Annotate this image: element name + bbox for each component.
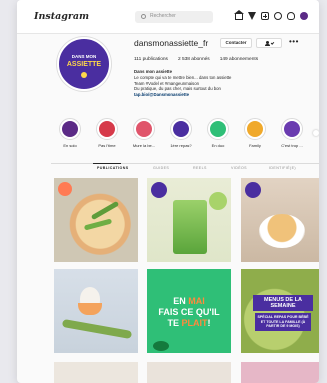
profile-bio: Dans mon assiette Le compte qui va te me… [134,69,304,98]
home-icon[interactable] [234,10,244,20]
following-button[interactable] [256,38,282,48]
highlight-label: 1ère repas? [170,143,192,148]
highlight-ring [244,118,266,140]
highlight-item[interactable]: Family [241,118,269,148]
direct-message-icon[interactable] [248,12,256,20]
highlight-cover [284,121,300,137]
following-count[interactable]: 149 abonnements [220,57,258,62]
activity-heart-icon[interactable] [287,12,295,20]
followers-count[interactable]: 2 538 abonnés [178,57,210,62]
profile-avatar-icon[interactable] [300,12,308,20]
post-thumbnail[interactable]: MENUS DE LA SEMAINE SPÉCIAL REPAS POUR B… [241,269,319,353]
instagram-logo[interactable]: Instagram [34,11,89,22]
post-thumbnail[interactable]: EN MAI FAIS CE QU'IL TE PLAIT! [147,269,231,353]
post-text: EN MAI FAIS CE QU'IL TE PLAIT! [147,296,231,329]
tab-publications[interactable]: PUBLICATIONS [97,166,129,170]
highlight-label: Pas l'time [98,143,116,148]
post-image-detail [78,303,102,315]
new-post-icon[interactable] [261,12,269,20]
explore-icon[interactable] [274,12,282,20]
profile-tabs: PUBLICATIONS GUIDES REELS VIDÉOS IDENTIF… [51,163,319,173]
post-title: MENUS DE LA SEMAINE [253,295,313,311]
browser-window: Instagram Rechercher DANS MON ASSIETTE d… [17,0,319,383]
highlight-cover [210,121,226,137]
avatar-text-main: ASSIETTE [66,61,102,68]
highlight-label: Family [249,143,261,148]
highlight-label: Mure la be... [132,143,156,148]
post-image-detail [83,218,113,231]
profile-avatar[interactable]: DANS MON ASSIETTE [57,37,111,91]
story-highlights: En solo Pas l'time Mure la be... 1ère re… [50,118,319,152]
search-placeholder: Rechercher [150,13,176,19]
active-tab-indicator [93,163,121,164]
post-thumbnail[interactable] [147,362,231,383]
post-image-detail [209,192,227,210]
highlight-cover [136,121,152,137]
highlights-next-chevron-icon[interactable] [313,130,319,136]
post-subtitle: SPÉCIAL REPAS POUR BÉBÉ ET TOUTE LA FAMI… [255,313,311,331]
post-text-part: EN [173,296,186,306]
highlight-ring [59,118,81,140]
post-text-part: TE [167,318,182,328]
highlight-cover [99,121,115,137]
top-nav-bar: Instagram Rechercher [17,0,319,34]
post-image-detail [90,200,120,221]
post-text-highlight: MAI [188,296,205,306]
fork-icon [81,72,87,78]
publications-count: 111 publications [134,57,168,62]
post-thumbnail[interactable] [54,269,138,353]
post-thumbnail[interactable] [147,178,231,262]
highlight-cover [62,121,78,137]
post-image-detail [259,214,305,248]
post-image-detail [173,200,207,254]
highlight-ring [133,118,155,140]
bio-link[interactable]: tap.bio/@Dansmonassiette [134,92,304,98]
highlight-cover [247,121,263,137]
post-text-highlight: PLAIT [181,318,208,328]
tab-guides[interactable]: GUIDES [153,166,169,170]
post-badge [151,182,167,198]
profile-stats: 111 publications 2 538 abonnés 149 abonn… [134,57,258,62]
tab-tagged[interactable]: IDENTIFIÉ(E) [269,166,296,170]
search-input[interactable]: Rechercher [135,11,213,23]
avatar-text-top: DANS MON [71,54,97,59]
nav-icons [234,10,308,20]
highlight-item[interactable]: C'est trop ... [278,118,306,148]
highlight-item[interactable]: Mure la be... [130,118,158,148]
post-thumbnail[interactable] [241,362,319,383]
highlight-item[interactable]: 1ère repas? [167,118,195,148]
tab-reels[interactable]: REELS [193,166,207,170]
check-icon [270,41,275,45]
highlight-cover [173,121,189,137]
person-icon [265,41,270,46]
more-options-icon[interactable]: ••• [289,37,299,46]
profile-username: dansmonassiette_fr [134,38,209,48]
highlight-label: En duo [211,143,225,148]
post-thumbnail[interactable] [241,178,319,262]
highlight-item[interactable]: Pas l'time [93,118,121,148]
highlight-item[interactable]: En duo [204,118,232,148]
search-icon [141,14,146,19]
post-text-part: ! [207,318,211,328]
post-badge [245,182,261,198]
post-thumbnail[interactable] [54,362,138,383]
post-text-part: FAIS CE QU'IL [158,307,220,317]
highlight-label: En solo [63,143,77,148]
highlight-item[interactable]: En solo [56,118,84,148]
highlight-ring [207,118,229,140]
highlight-label: C'est trop ... [281,143,303,148]
post-image-detail [153,341,169,351]
highlight-ring [96,118,118,140]
highlight-ring [281,118,303,140]
contact-button[interactable]: Contacter [220,38,252,48]
tab-videos[interactable]: VIDÉOS [231,166,247,170]
post-image-detail [61,318,133,340]
highlight-ring [170,118,192,140]
post-thumbnail[interactable] [54,178,138,262]
post-badge [58,182,72,196]
